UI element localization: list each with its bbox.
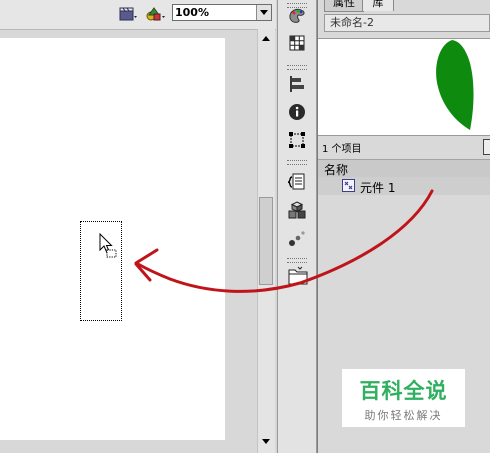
watermark-subtitle: 助你轻松解决 — [364, 409, 443, 422]
library-folder-icon[interactable] — [287, 266, 308, 286]
edit-symbol-icon[interactable] — [145, 6, 167, 22]
info-icon[interactable] — [287, 102, 307, 122]
actions-script-icon[interactable] — [287, 172, 307, 192]
zoom-value: 100% — [175, 6, 209, 19]
library-item-label: 元件 1 — [360, 181, 396, 195]
vertical-scrollbar[interactable] — [257, 29, 275, 453]
item-count-bar: 1 个项目 — [318, 137, 490, 156]
transform-icon[interactable] — [287, 130, 307, 150]
panel-grip[interactable] — [287, 258, 307, 263]
align-icon[interactable] — [287, 74, 307, 94]
chevron-down-icon[interactable] — [256, 5, 271, 20]
library-list-header[interactable]: 名称 — [318, 159, 490, 178]
panel-grip[interactable] — [287, 160, 307, 165]
scroll-up-icon[interactable] — [258, 31, 274, 46]
tab-library[interactable]: 库 — [362, 0, 394, 11]
grid-swatches-icon[interactable] — [287, 33, 307, 53]
panel-icon-strip — [277, 0, 317, 453]
zoom-select[interactable]: 100% — [172, 4, 272, 21]
panel-grip[interactable] — [287, 65, 307, 70]
item-count-label: 1 个项目 — [322, 144, 362, 155]
library-preview — [318, 38, 490, 136]
scrollbar-thumb[interactable] — [259, 197, 273, 285]
symbol-icon — [342, 179, 355, 192]
column-header-name: 名称 — [324, 163, 349, 177]
scroll-down-icon[interactable] — [258, 434, 274, 449]
document-select[interactable]: 未命名-2 — [324, 14, 490, 32]
color-palette-icon[interactable] — [287, 6, 307, 26]
tab-properties[interactable]: 属性 — [324, 0, 364, 12]
watermark-title: 百科全说 — [359, 379, 448, 403]
watermark-logo: 百科全说 助你轻松解决 — [342, 369, 465, 427]
stage-area: 100% — [0, 0, 276, 453]
edit-bar: 100% — [0, 0, 276, 30]
mouse-cursor-icon — [99, 232, 119, 262]
components-icon[interactable] — [287, 200, 307, 220]
edit-scene-icon[interactable] — [118, 6, 140, 22]
motion-presets-icon[interactable] — [287, 228, 307, 248]
new-folder-icon[interactable] — [483, 139, 490, 155]
library-list-item[interactable]: 元件 1 — [318, 177, 490, 195]
leaf-shape-preview — [436, 40, 474, 130]
